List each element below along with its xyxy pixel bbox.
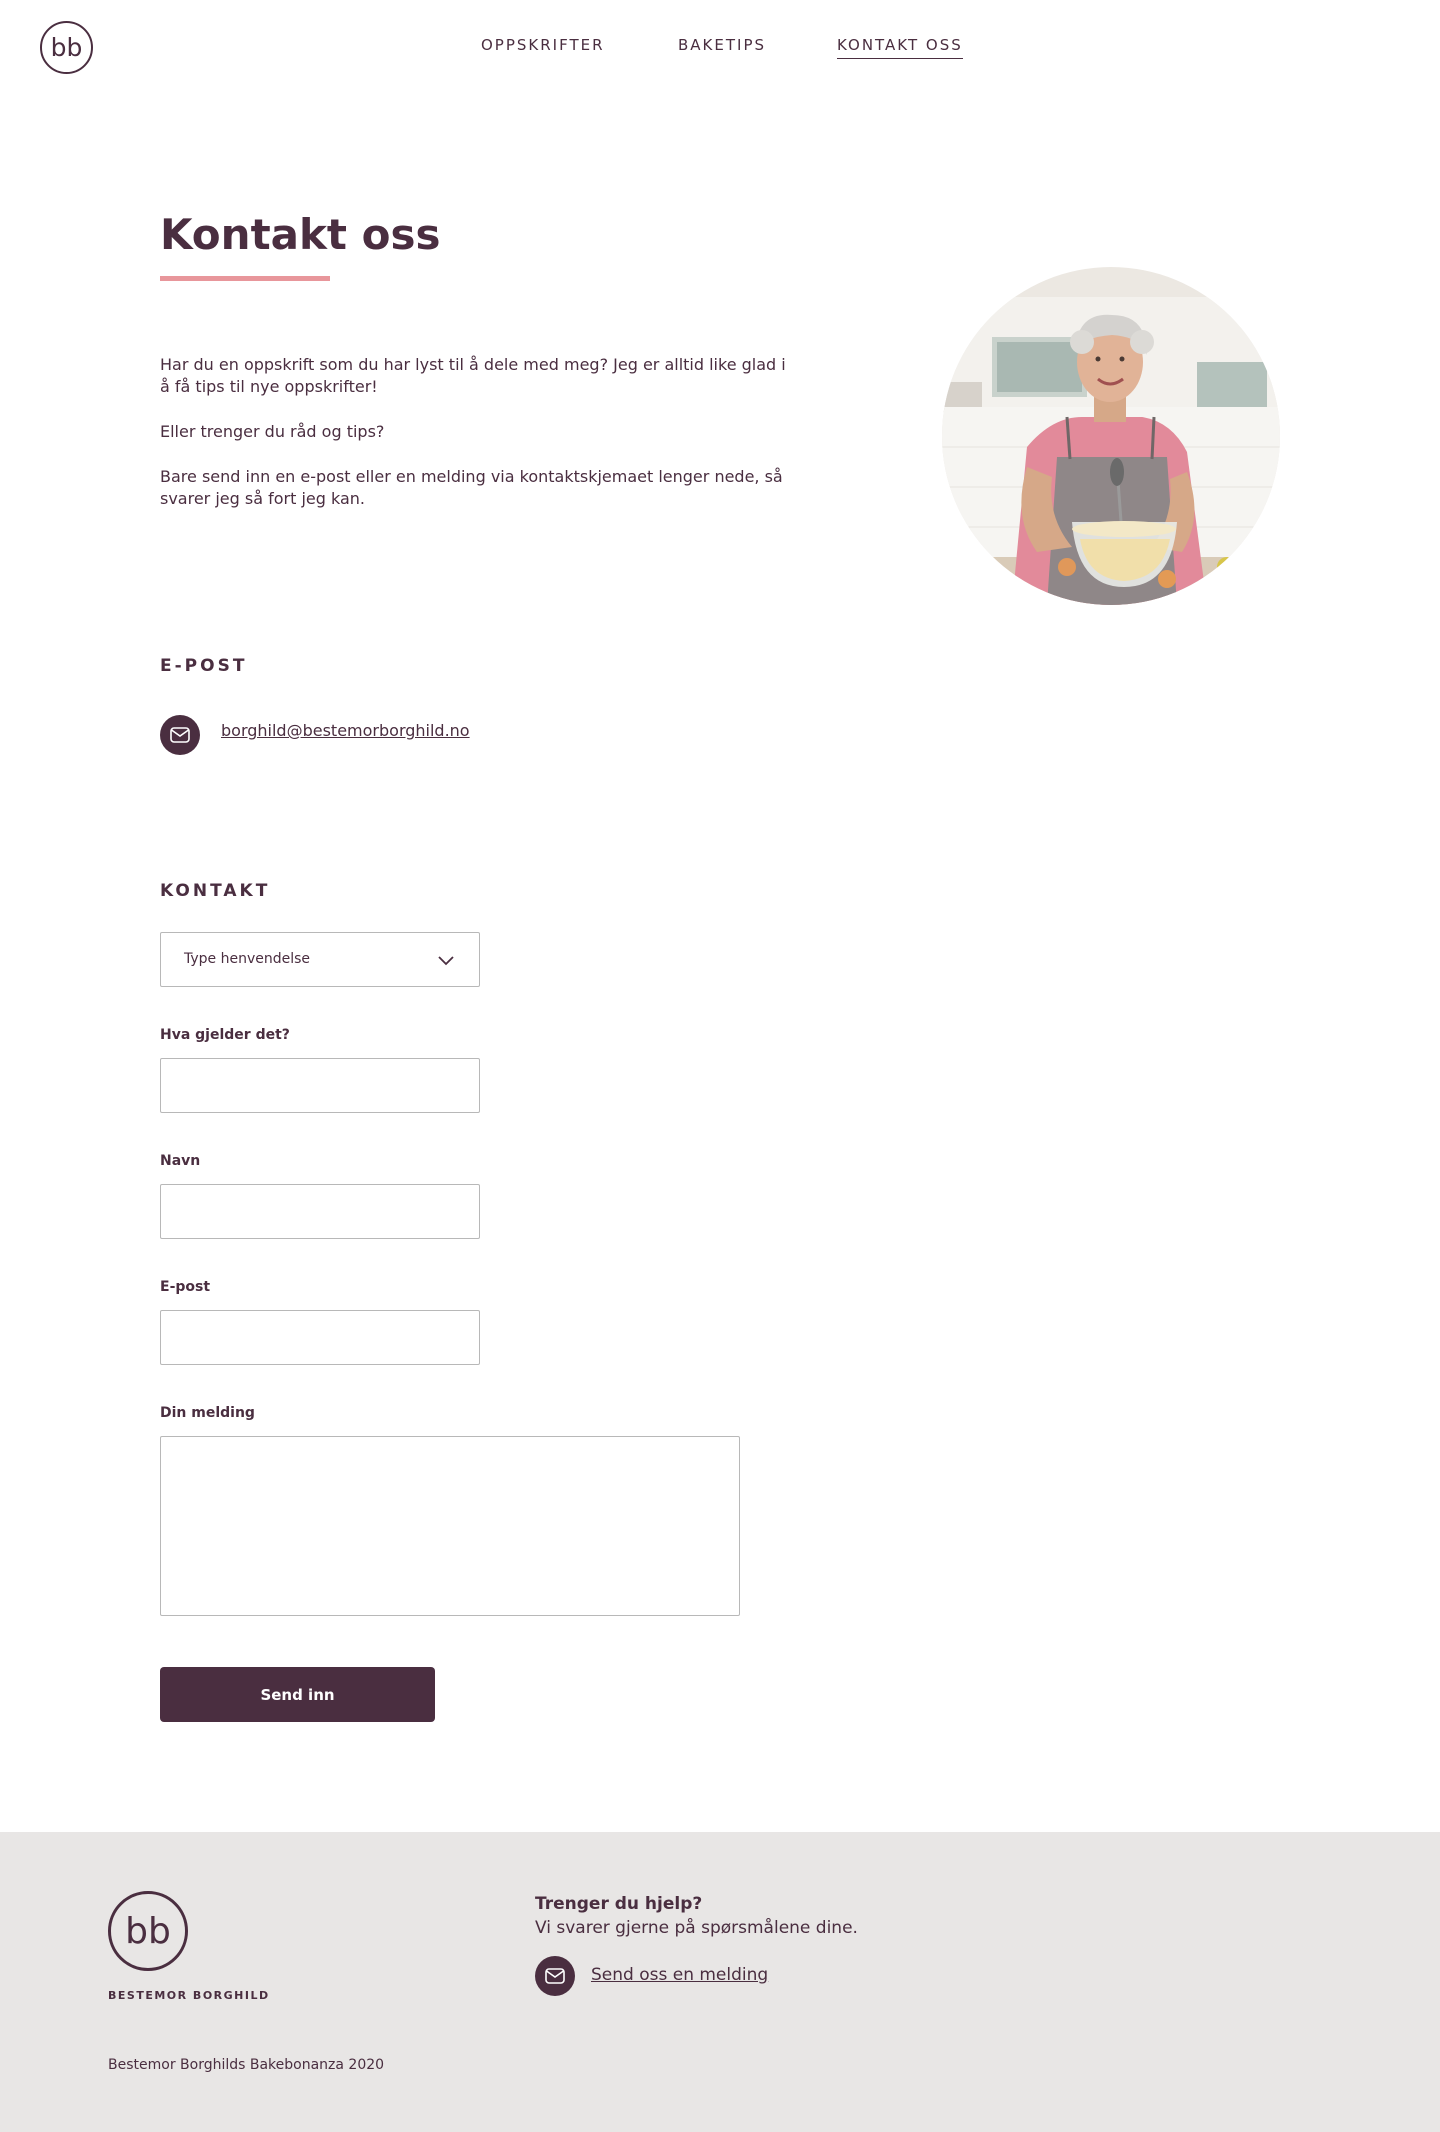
message-label: Din melding [160,1405,255,1421]
send-message-link[interactable]: Send oss en melding [591,1965,768,1985]
nav-item-baketips[interactable]: BAKETIPS [678,36,766,54]
baker-photo [942,267,1280,605]
subject-label: Hva gjelder det? [160,1027,290,1043]
envelope-icon [160,715,200,755]
baker-illustration [942,267,1280,605]
page-title: Kontakt oss [160,210,441,259]
footer: bb BESTEMOR BORGHILD Bestemor Borghilds … [0,1832,1440,2132]
main-nav: OPPSKRIFTER BAKETIPS KONTAKT OSS [0,36,1440,66]
subject-input[interactable] [160,1058,480,1113]
envelope-icon [535,1956,575,1996]
intro-paragraph: Har du en oppskrift som du har lyst til … [160,355,786,396]
intro-paragraph: Bare send inn en e-post eller en melding… [160,467,783,508]
inquiry-type-select[interactable]: Type henvendelse [160,932,480,987]
message-textarea[interactable] [160,1436,740,1616]
title-underline [160,276,330,281]
nav-item-kontakt-oss[interactable]: KONTAKT OSS [837,36,963,59]
help-subtitle: Vi svarer gjerne på spørsmålene dine. [535,1918,858,1938]
brand-name: BESTEMOR BORGHILD [108,1989,270,2002]
submit-button[interactable]: Send inn [160,1667,435,1722]
help-title: Trenger du hjelp? [535,1894,703,1914]
select-value: Type henvendelse [184,951,311,967]
nav-item-oppskrifter[interactable]: OPPSKRIFTER [481,36,605,54]
email-link[interactable]: borghild@bestemorborghild.no [221,721,470,740]
chevron-down-icon [437,951,455,973]
name-input[interactable] [160,1184,480,1239]
name-label: Navn [160,1153,201,1169]
intro-text: Har du en oppskrift som du har lyst til … [160,354,790,533]
footer-logo-text: bb [125,1910,171,1952]
footer-logo[interactable]: bb [108,1891,188,1971]
intro-paragraph: Eller trenger du råd og tips? [160,422,385,441]
copyright: Bestemor Borghilds Bakebonanza 2020 [108,2057,385,2073]
email-heading: E-POST [160,656,248,676]
contact-heading: KONTAKT [160,881,271,901]
email-input[interactable] [160,1310,480,1365]
email-label: E-post [160,1279,211,1295]
